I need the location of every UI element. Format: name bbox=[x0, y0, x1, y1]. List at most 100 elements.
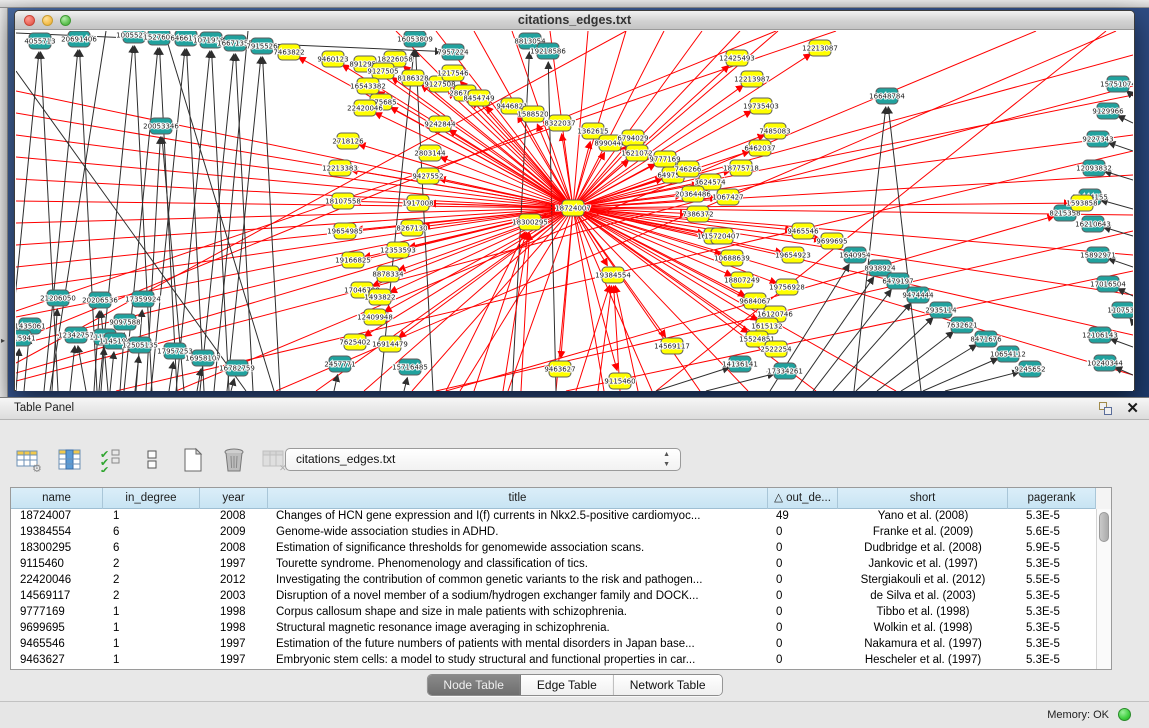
network-edge bbox=[1108, 143, 1133, 151]
network-node-label: 1917008 bbox=[402, 200, 433, 208]
network-node-label: 1362615 bbox=[577, 128, 608, 136]
cell-name: 9465546 bbox=[11, 637, 103, 653]
network-node-label: 12093832 bbox=[1076, 165, 1112, 173]
cell-in_degree: 2 bbox=[103, 589, 200, 605]
network-node-label: 1593858 bbox=[1066, 200, 1097, 208]
table-row[interactable]: 911546021997Tourette syndrome. Phenomeno… bbox=[11, 557, 1111, 573]
table-body: 1872400712008Changes of HCN gene express… bbox=[11, 509, 1111, 669]
cell-title: Estimation of significance thresholds fo… bbox=[268, 541, 768, 557]
window-titlebar[interactable]: citations_edges.txt bbox=[15, 11, 1134, 30]
network-edge bbox=[1118, 116, 1133, 123]
column-header-out_degree[interactable]: △ out_de... bbox=[768, 488, 838, 509]
table-row[interactable]: 1872400712008Changes of HCN gene express… bbox=[11, 509, 1111, 525]
network-node-label: 15716485 bbox=[392, 364, 428, 372]
network-node-label: 19654923 bbox=[775, 252, 811, 260]
table-row[interactable]: 1938455462009Genome-wide association stu… bbox=[11, 525, 1111, 541]
cell-title: Embryonic stem cells: a model to study s… bbox=[268, 653, 768, 669]
network-node-label: 16210643 bbox=[1075, 221, 1111, 229]
table-row[interactable]: 946362711997Embryonic stem cells: a mode… bbox=[11, 653, 1111, 669]
network-node-label: 10240344 bbox=[1087, 360, 1123, 368]
column-header-short[interactable]: short bbox=[838, 488, 1008, 509]
cell-year: 2003 bbox=[200, 589, 268, 605]
cell-year: 1998 bbox=[200, 621, 268, 637]
network-node-label: 1107533 bbox=[1107, 307, 1133, 315]
network-edge bbox=[16, 208, 573, 373]
network-svg: 4055713206914061005528715276026466160107… bbox=[16, 31, 1133, 391]
status-bar: Memory: OK bbox=[0, 701, 1149, 728]
attribute-settings-icon[interactable]: ⚙ bbox=[14, 446, 44, 474]
float-panel-icon[interactable] bbox=[1099, 402, 1113, 416]
network-edge bbox=[573, 208, 617, 370]
network-node-label: 7386372 bbox=[682, 211, 713, 219]
cell-short: Hescheler et al. (1997) bbox=[838, 653, 1008, 669]
network-edge bbox=[856, 318, 933, 391]
close-panel-icon[interactable]: ✕ bbox=[1126, 399, 1139, 417]
row-height-icon[interactable] bbox=[137, 446, 167, 474]
cell-pagerank: 5.5E-5 bbox=[1008, 573, 1096, 589]
network-node-label: 19654985 bbox=[327, 228, 363, 236]
table-header-row: namein_degreeyeartitle△ out_de...shortpa… bbox=[11, 488, 1111, 509]
tab-node-table[interactable]: Node Table bbox=[427, 675, 521, 695]
column-header-title[interactable]: title bbox=[268, 488, 768, 509]
column-header-year[interactable]: year bbox=[200, 488, 268, 509]
network-edge bbox=[888, 107, 921, 391]
cell-in_degree: 2 bbox=[103, 573, 200, 589]
table-panel-title: Table Panel bbox=[14, 402, 74, 414]
network-node-label: 18724007 bbox=[555, 205, 591, 213]
network-node-label: 4055713 bbox=[24, 38, 55, 46]
network-edge bbox=[1115, 367, 1133, 375]
cell-year: 1998 bbox=[200, 605, 268, 621]
table-scrollbar[interactable] bbox=[1096, 509, 1111, 669]
network-node-label: 9127505 bbox=[367, 68, 398, 76]
network-node-label: 9127508 bbox=[424, 81, 455, 89]
svg-text:✔: ✔ bbox=[100, 465, 109, 472]
cell-short: Wolkin et al. (1998) bbox=[838, 621, 1008, 637]
cell-name: 9115460 bbox=[11, 557, 103, 573]
network-node-label: 12425493 bbox=[719, 55, 755, 63]
cell-out_degree: 0 bbox=[768, 525, 838, 541]
table-panel-header: Table Panel ✕ bbox=[0, 398, 1149, 420]
network-node-label: 9227343 bbox=[1082, 136, 1113, 144]
cell-year: 1997 bbox=[200, 637, 268, 653]
side-panel-edge[interactable]: ▸ bbox=[0, 8, 8, 398]
collapse-arrow-icon[interactable]: ▸ bbox=[1, 336, 5, 345]
svg-text:⚙: ⚙ bbox=[32, 463, 42, 472]
table-row[interactable]: 969969511998Structural magnetic resonanc… bbox=[11, 621, 1111, 637]
table-selector[interactable]: citations_edges.txt ▲▼ bbox=[285, 448, 681, 471]
select-rows-icon[interactable]: ✔✔✔ bbox=[96, 446, 126, 474]
create-column-icon[interactable] bbox=[178, 446, 208, 474]
table-row[interactable]: 2242004622012Investigating the contribut… bbox=[11, 573, 1111, 589]
combo-stepper-icon[interactable]: ▲▼ bbox=[663, 450, 670, 470]
select-columns-icon[interactable] bbox=[55, 446, 85, 474]
network-edge bbox=[561, 208, 573, 358]
table-scrollbar-thumb[interactable] bbox=[1099, 512, 1109, 542]
cell-name: 14569117 bbox=[11, 589, 103, 605]
table-row[interactable]: 946554611997Estimation of the future num… bbox=[11, 637, 1111, 653]
column-header-in_degree[interactable]: in_degree bbox=[103, 488, 200, 509]
network-canvas[interactable]: 4055713206914061005528715276026466160107… bbox=[16, 31, 1133, 391]
network-node-label: 9465546 bbox=[787, 228, 819, 236]
network-node-label: 14569117 bbox=[654, 343, 690, 351]
network-node-label: 12213383 bbox=[322, 165, 358, 173]
memory-status-indicator[interactable] bbox=[1118, 708, 1131, 721]
column-header-pagerank[interactable]: pagerank bbox=[1008, 488, 1096, 509]
network-node-label: 1493822 bbox=[364, 294, 395, 302]
network-node-label: 9129966 bbox=[1092, 108, 1124, 116]
table-tabs: Node Table Edge Table Network Table bbox=[426, 674, 722, 696]
cell-in_degree: 1 bbox=[103, 605, 200, 621]
column-header-name[interactable]: name bbox=[11, 488, 103, 509]
tab-network-table[interactable]: Network Table bbox=[614, 675, 722, 695]
network-edge bbox=[813, 290, 891, 391]
table-row[interactable]: 977716911998Corpus callosum shape and si… bbox=[11, 605, 1111, 621]
delete-column-icon[interactable] bbox=[219, 446, 249, 474]
cell-short: Nakamura et al. (1997) bbox=[838, 637, 1008, 653]
table-row[interactable]: 1456911722003Disruption of a novel membe… bbox=[11, 589, 1111, 605]
cell-name: 22420046 bbox=[11, 573, 103, 589]
network-node-label: 12213087 bbox=[802, 45, 838, 53]
network-node-label: 12106143 bbox=[1082, 332, 1118, 340]
cell-out_degree: 0 bbox=[768, 605, 838, 621]
network-node-label: 16914479 bbox=[372, 341, 408, 349]
cell-short: Dudbridge et al. (2008) bbox=[838, 541, 1008, 557]
table-row[interactable]: 1830029562008Estimation of significance … bbox=[11, 541, 1111, 557]
tab-edge-table[interactable]: Edge Table bbox=[521, 675, 614, 695]
